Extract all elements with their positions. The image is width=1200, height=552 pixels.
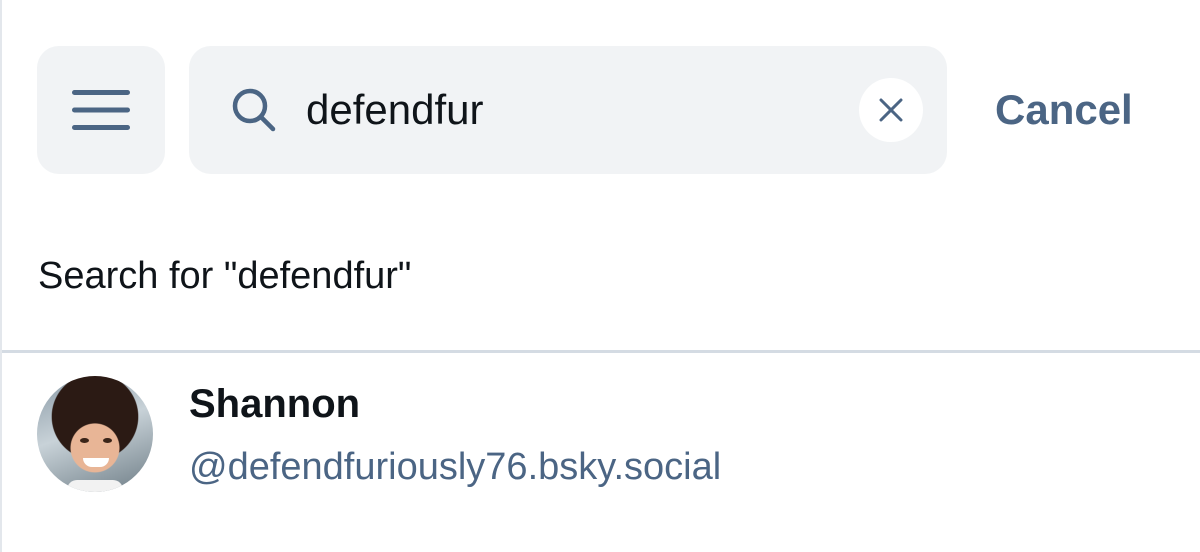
search-input[interactable]: defendfur	[189, 46, 947, 174]
menu-button[interactable]	[37, 46, 165, 174]
avatar-eye-right	[103, 438, 112, 443]
search-suggestion[interactable]: Search for "defendfur"	[38, 248, 411, 304]
user-display-name: Shannon	[189, 382, 361, 426]
cancel-button[interactable]: Cancel	[995, 46, 1133, 174]
avatar-smile	[83, 458, 109, 467]
search-screen: defendfur Cancel Search for "defendfur" …	[0, 0, 1200, 552]
clear-search-button[interactable]	[859, 78, 923, 142]
avatar-eye-left	[80, 438, 89, 443]
list-item[interactable]: Shannon @defendfuriously76.bsky.social	[2, 353, 1200, 552]
user-handle: @defendfuriously76.bsky.social	[189, 446, 722, 488]
search-icon	[232, 88, 276, 132]
search-query-text[interactable]: defendfur	[306, 46, 483, 174]
hamburger-menu-icon	[72, 90, 130, 130]
avatar-shirt	[67, 480, 123, 492]
search-header: defendfur Cancel	[2, 0, 1200, 200]
close-icon	[879, 98, 903, 122]
avatar[interactable]	[37, 376, 153, 492]
